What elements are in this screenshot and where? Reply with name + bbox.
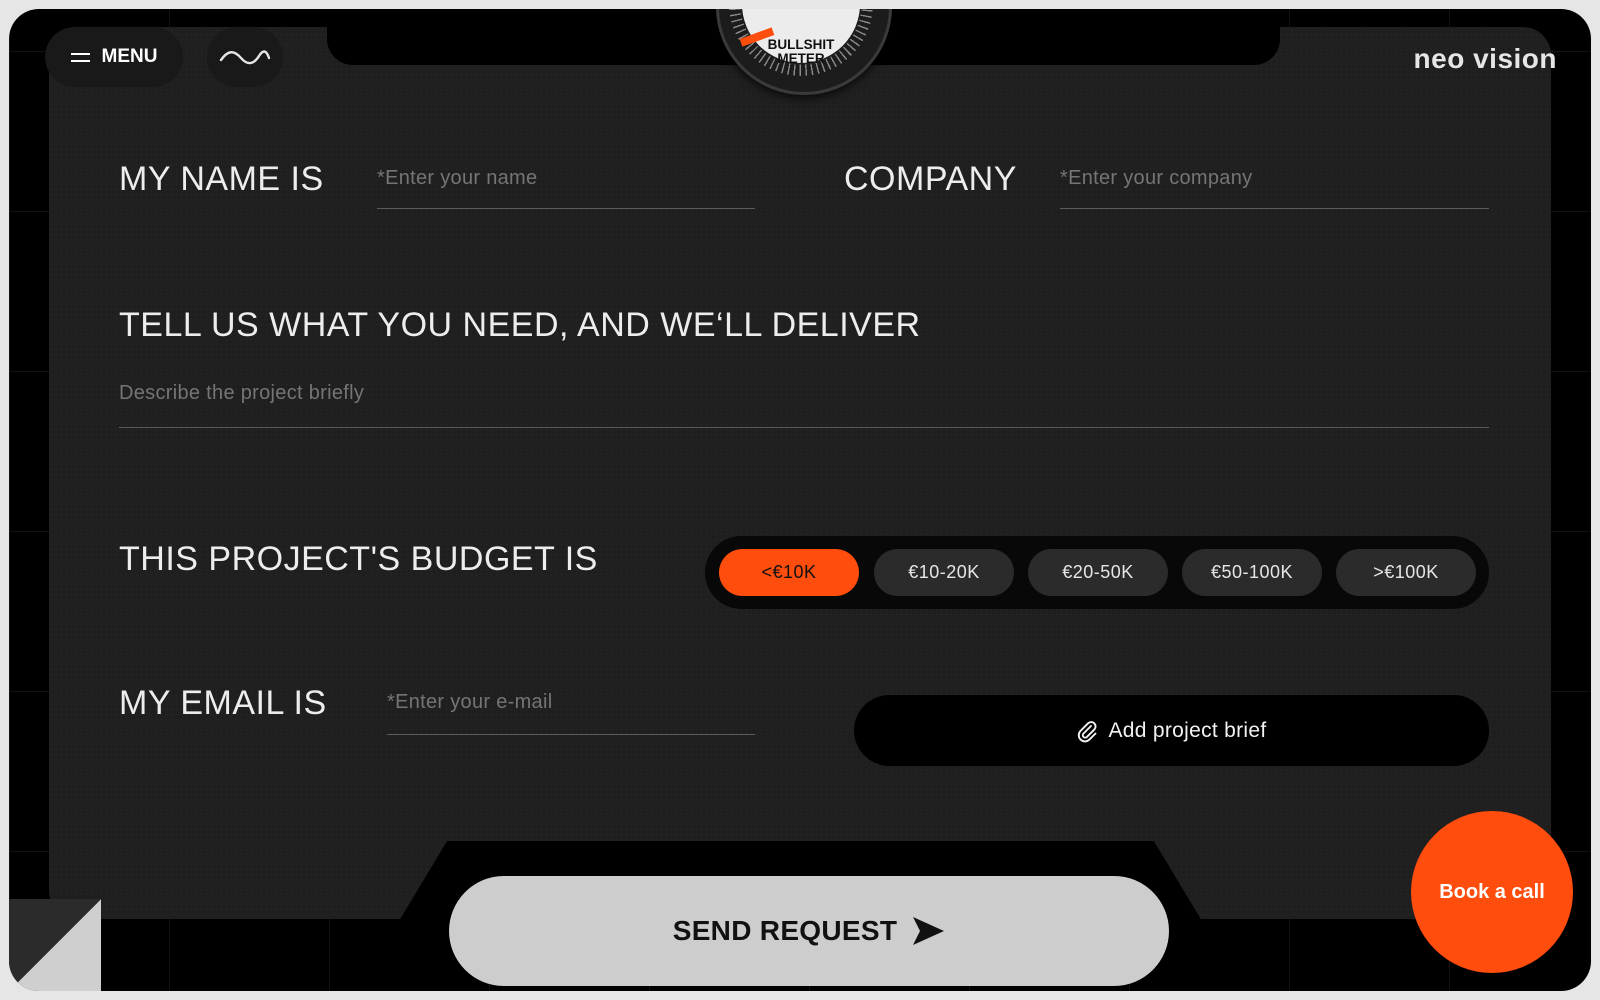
budget-option-under-10k[interactable]: <€10K	[719, 549, 859, 596]
company-input[interactable]	[1060, 167, 1489, 190]
budget-selector: <€10K €10-20K €20-50K €50-100K >€100K	[705, 536, 1489, 609]
description-input[interactable]	[119, 382, 1489, 405]
company-field[interactable]	[1060, 167, 1489, 209]
meter-label: BULLSHIT METER	[742, 38, 860, 66]
send-request-button[interactable]: SEND REQUEST	[449, 876, 1169, 986]
book-a-call-button[interactable]: Book a call	[1411, 811, 1573, 973]
menu-label: MENU	[101, 46, 158, 67]
meter-label-line1: BULLSHIT	[767, 37, 835, 52]
send-arrow-icon	[913, 917, 945, 945]
page-corner-fold	[9, 899, 101, 991]
add-project-brief-label: Add project brief	[1108, 718, 1267, 742]
budget-option-over-100k[interactable]: >€100K	[1336, 549, 1476, 596]
need-heading: TELL US WHAT YOU NEED, AND WE‘LL DELIVER	[119, 306, 921, 344]
sound-toggle-button[interactable]	[207, 27, 283, 87]
send-request-label: SEND REQUEST	[672, 915, 898, 946]
budget-option-10-20k[interactable]: €10-20K	[874, 549, 1014, 596]
meter-label-line2: METER	[777, 51, 825, 66]
name-input[interactable]	[377, 167, 755, 190]
budget-option-20-50k[interactable]: €20-50K	[1028, 549, 1168, 596]
description-field[interactable]	[119, 382, 1489, 428]
brand-logo[interactable]: neo vision	[1414, 43, 1557, 75]
budget-option-50-100k[interactable]: €50-100K	[1182, 549, 1322, 596]
app-frame: MENU neo vision BULLSHIT METER MY NAME I…	[9, 9, 1591, 991]
email-input[interactable]	[387, 691, 755, 714]
menu-button[interactable]: MENU	[45, 27, 183, 87]
name-field[interactable]	[377, 167, 755, 209]
email-label: MY EMAIL IS	[119, 684, 327, 722]
company-label: COMPANY	[844, 160, 1017, 198]
paperclip-icon	[1078, 720, 1097, 742]
budget-label: THIS PROJECT'S BUDGET IS	[119, 540, 598, 578]
wave-icon	[219, 50, 271, 65]
menu-icon	[70, 52, 90, 62]
add-project-brief-button[interactable]: Add project brief	[854, 695, 1489, 766]
meter-face: BULLSHIT METER	[739, 9, 860, 66]
name-label: MY NAME IS	[119, 160, 324, 198]
book-a-call-label: Book a call	[1439, 880, 1545, 903]
email-field[interactable]	[387, 691, 755, 735]
